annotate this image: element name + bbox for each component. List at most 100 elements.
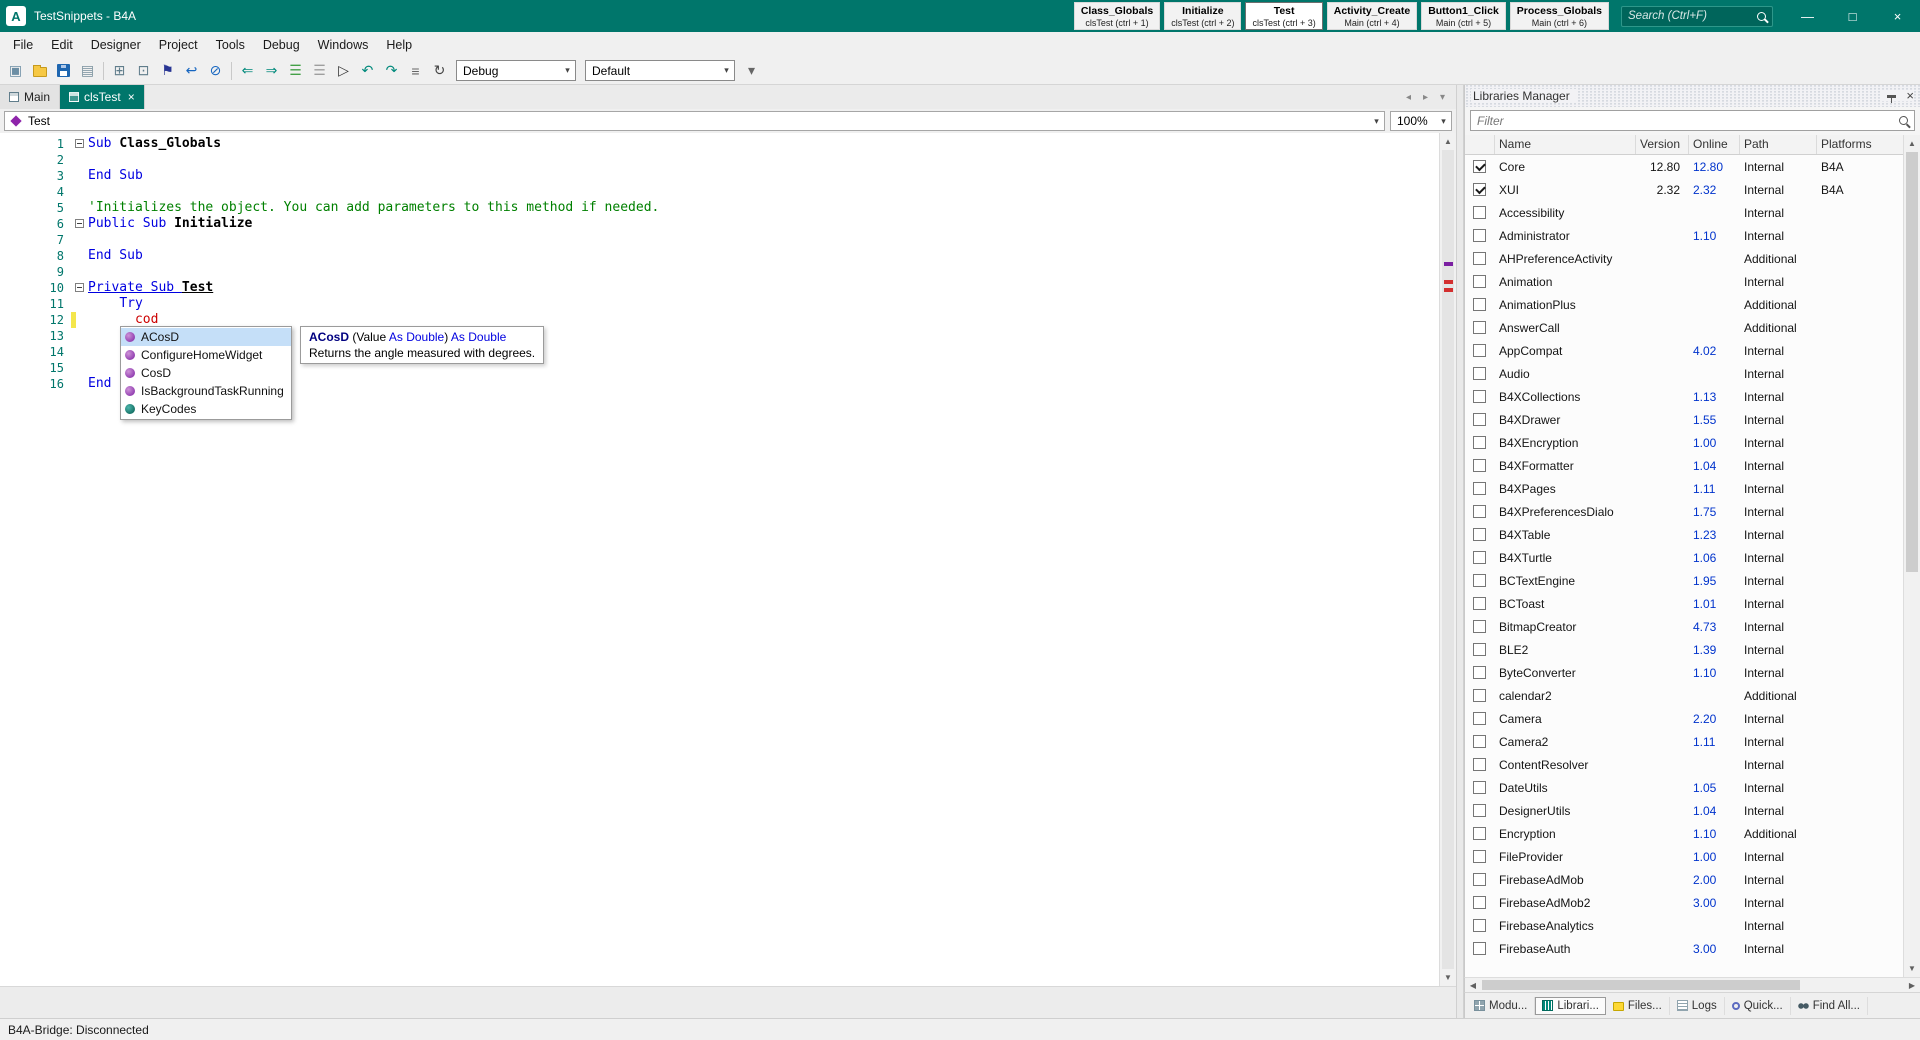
scrollbar-thumb[interactable] [1442,150,1454,969]
menu-help[interactable]: Help [377,34,421,56]
jump-forward-icon[interactable]: ↷ [380,59,403,82]
panel-tab-modu[interactable]: Modu... [1467,996,1536,1015]
tab-main[interactable]: Main [0,85,61,109]
chevron-down-icon[interactable]: ▾ [1369,116,1384,127]
library-checkbox[interactable] [1473,229,1486,242]
library-checkbox[interactable] [1473,919,1486,932]
comment-icon[interactable]: ☰ [284,59,307,82]
close-icon[interactable]: × [1906,89,1914,102]
library-row-ble2[interactable]: BLE2 1.39 Internal [1465,638,1920,661]
library-checkbox[interactable] [1473,321,1486,334]
autocomplete-item-configurehomewidget[interactable]: ConfigureHomeWidget [121,346,291,364]
library-checkbox[interactable] [1473,528,1486,541]
library-row-designerutils[interactable]: DesignerUtils 1.04 Internal [1465,799,1920,822]
library-checkbox[interactable] [1473,850,1486,863]
library-checkbox[interactable] [1473,827,1486,840]
modules-icon[interactable]: ⊡ [132,59,155,82]
rebuild-icon[interactable]: ↻ [428,59,451,82]
library-row-contentresolver[interactable]: ContentResolver Internal [1465,753,1920,776]
library-row-calendar2[interactable]: calendar2 Additional [1465,684,1920,707]
quickjump-activity-create-button[interactable]: Activity_Create Main (ctrl + 4) [1326,2,1418,30]
save-icon[interactable] [52,59,75,82]
panel-tab-find-all[interactable]: Find All... [1791,996,1869,1015]
menu-windows[interactable]: Windows [309,34,378,56]
column-header-path[interactable]: Path [1740,135,1817,154]
menu-file[interactable]: File [4,34,42,56]
line-number-9[interactable]: 9 [0,264,70,280]
code-line-2[interactable]: 2 [0,152,1439,168]
pane-splitter[interactable] [1456,85,1464,1018]
library-checkbox[interactable] [1473,804,1486,817]
library-row-b4xcollections[interactable]: B4XCollections 1.13 Internal [1465,385,1920,408]
library-checkbox[interactable] [1473,505,1486,518]
quickjump-process-globals-button[interactable]: Process_Globals Main (ctrl + 6) [1509,2,1609,30]
line-number-8[interactable]: 8 [0,248,70,264]
build-mode-combo[interactable]: Debug ▾ [456,60,576,81]
library-checkbox[interactable] [1473,689,1486,702]
code-line-10[interactable]: 10 Private Sub Test [0,280,1439,296]
library-row-audio[interactable]: Audio Internal [1465,362,1920,385]
scroll-up-button[interactable]: ▲ [1440,133,1456,150]
library-row-camera2[interactable]: Camera2 1.11 Internal [1465,730,1920,753]
navigate-back-icon[interactable]: ↩ [180,59,203,82]
menu-designer[interactable]: Designer [82,34,150,56]
library-checkbox[interactable] [1473,160,1486,173]
code-line-3[interactable]: 3 End Sub [0,168,1439,184]
autocomplete-item-cosd[interactable]: CosD [121,364,291,382]
library-row-dateutils[interactable]: DateUtils 1.05 Internal [1465,776,1920,799]
library-row-answercall[interactable]: AnswerCall Additional [1465,316,1920,339]
library-row-firebaseadmob[interactable]: FirebaseAdMob 2.00 Internal [1465,868,1920,891]
menu-debug[interactable]: Debug [254,34,309,56]
library-checkbox[interactable] [1473,574,1486,587]
library-checkbox[interactable] [1473,413,1486,426]
library-checkbox[interactable] [1473,620,1486,633]
run-icon[interactable]: ▷ [332,59,355,82]
library-row-camera[interactable]: Camera 2.20 Internal [1465,707,1920,730]
library-checkbox[interactable] [1473,643,1486,656]
panel-header[interactable]: Libraries Manager × [1464,85,1920,107]
scroll-left-button[interactable]: ◀ [1465,978,1481,992]
library-row-b4xformatter[interactable]: B4XFormatter 1.04 Internal [1465,454,1920,477]
panel-tab-librari[interactable]: Librari... [1535,996,1606,1015]
quickjump-class-globals-button[interactable]: Class_Globals clsTest (ctrl + 1) [1073,2,1161,30]
autocomplete-item-keycodes[interactable]: KeyCodes [121,400,291,418]
library-row-b4xturtle[interactable]: B4XTurtle 1.06 Internal [1465,546,1920,569]
line-number-13[interactable]: 13 [0,328,70,344]
designer-grid-icon[interactable]: ⊞ [108,59,131,82]
library-row-accessibility[interactable]: Accessibility Internal [1465,201,1920,224]
menu-tools[interactable]: Tools [207,34,254,56]
scroll-tabs-right-button[interactable]: ▸ [1418,92,1433,103]
library-row-fileprovider[interactable]: FileProvider 1.00 Internal [1465,845,1920,868]
library-row-b4xtable[interactable]: B4XTable 1.23 Internal [1465,523,1920,546]
scroll-right-button[interactable]: ▶ [1904,978,1920,992]
quickjump-test-button[interactable]: Test clsTest (ctrl + 3) [1245,2,1323,30]
library-row-xui[interactable]: XUI 2.32 2.32 Internal B4A [1465,178,1920,201]
library-checkbox[interactable] [1473,873,1486,886]
toolbar-overflow-icon[interactable]: ▾ [740,59,763,82]
library-checkbox[interactable] [1473,735,1486,748]
library-row-firebaseanalytics[interactable]: FirebaseAnalytics Internal [1465,914,1920,937]
code-line-9[interactable]: 9 [0,264,1439,280]
library-row-firebaseauth[interactable]: FirebaseAuth 3.00 Internal [1465,937,1920,960]
libraries-vertical-scrollbar[interactable]: ▲ ▼ [1903,135,1920,977]
build-config-combo[interactable]: Default ▾ [585,60,735,81]
bookmark-icon[interactable]: ⚑ [156,59,179,82]
library-row-administrator[interactable]: Administrator 1.10 Internal [1465,224,1920,247]
library-checkbox[interactable] [1473,367,1486,380]
library-checkbox[interactable] [1473,183,1486,196]
library-checkbox[interactable] [1473,666,1486,679]
line-number-15[interactable]: 15 [0,360,70,376]
close-button[interactable]: × [1875,0,1920,32]
uncomment-icon[interactable]: ☰ [308,59,331,82]
library-checkbox[interactable] [1473,459,1486,472]
code-line-5[interactable]: 5 'Initializes the object. You can add pa… [0,200,1439,216]
close-icon[interactable]: × [128,90,135,104]
save-all-icon[interactable]: ▤ [76,59,99,82]
code-line-1[interactable]: 1 Sub Class_Globals [0,136,1439,152]
autocomplete-item-isbackgroundtaskrunning[interactable]: IsBackgroundTaskRunning [121,382,291,400]
line-number-6[interactable]: 6 [0,216,70,232]
library-row-appcompat[interactable]: AppCompat 4.02 Internal [1465,339,1920,362]
filter-input[interactable]: Filter [1470,110,1915,131]
line-number-2[interactable]: 2 [0,152,70,168]
fold-toggle-icon[interactable] [74,139,84,148]
